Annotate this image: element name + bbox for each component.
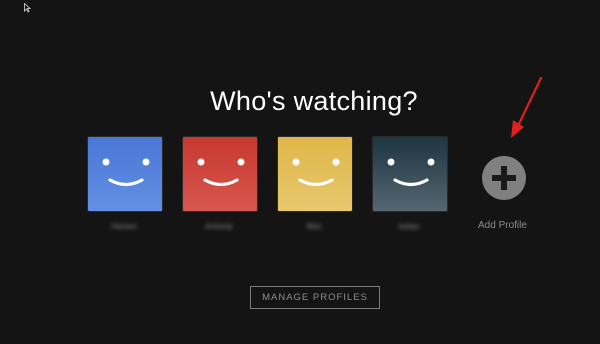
smiley-face-icon	[278, 137, 352, 211]
profile-card-2[interactable]: Antonia	[182, 136, 258, 236]
profile-avatar[interactable]	[372, 136, 448, 212]
red-arrow-icon	[511, 76, 543, 138]
add-profile-circle[interactable]	[482, 156, 526, 200]
profile-name: Antonia	[205, 222, 233, 231]
manage-profiles-button[interactable]: MANAGE PROFILES	[250, 286, 380, 309]
profile-avatar[interactable]	[87, 136, 163, 212]
profile-card-1[interactable]: Hamen	[87, 136, 163, 236]
profile-avatar[interactable]	[182, 136, 258, 212]
smiley-face-icon	[373, 137, 447, 211]
profile-list: Hamen Antonia Mim Isdian Add Profile	[86, 136, 556, 246]
add-profile-button[interactable]: Add Profile	[478, 156, 548, 231]
profile-name: Hamen	[111, 222, 137, 231]
profile-avatar[interactable]	[277, 136, 353, 212]
smiley-face-icon	[183, 137, 257, 211]
smiley-face-icon	[88, 137, 162, 211]
plus-icon	[492, 166, 516, 190]
profile-name: Mim	[306, 222, 322, 231]
profile-selection-screen: Who's watching? Hamen Antonia Mim Isdian…	[0, 0, 600, 344]
mouse-cursor-icon	[24, 3, 32, 13]
profile-name: Isdian	[398, 222, 420, 231]
profile-card-3[interactable]: Mim	[277, 136, 353, 236]
add-profile-label: Add Profile	[478, 220, 527, 231]
profile-card-4[interactable]: Isdian	[372, 136, 448, 236]
